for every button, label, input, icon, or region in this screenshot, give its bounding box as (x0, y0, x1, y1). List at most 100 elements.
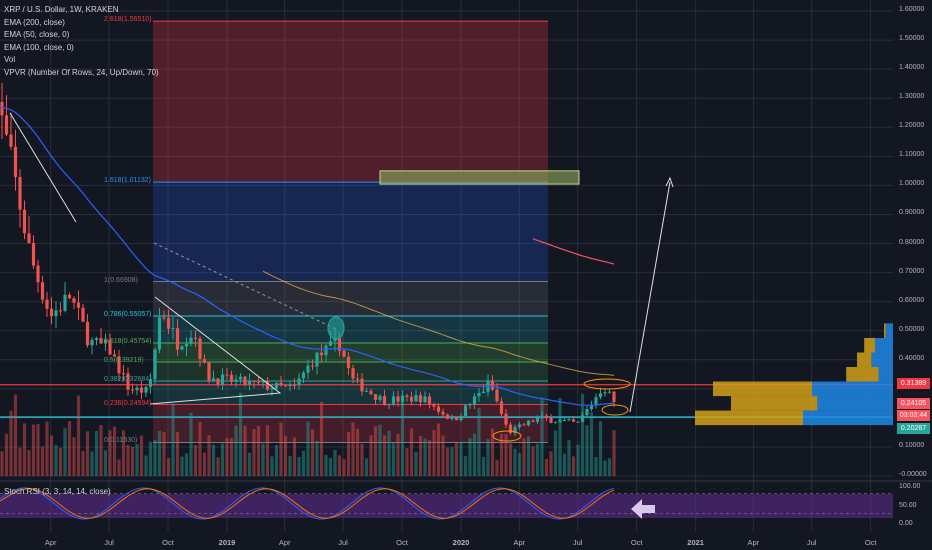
candle (45, 299, 49, 309)
volume-bar (526, 436, 531, 476)
candle (58, 310, 63, 312)
indicator-vpvr[interactable]: VPVR (Number Of Rows, 24, Up/Down, 70) (4, 67, 159, 80)
candle (369, 390, 373, 395)
candle (216, 378, 220, 385)
volume-bar (364, 458, 369, 476)
y-tick-label: 1.60000 (899, 6, 925, 13)
volume-bar (495, 459, 499, 476)
volume-profile-bar (878, 367, 893, 382)
ellipse-annotation (583, 378, 631, 390)
fib-label: 0.236(0.24594) (104, 399, 152, 407)
volume-bar (517, 453, 522, 476)
volume-bar (270, 456, 274, 476)
volume-bar (562, 453, 567, 476)
candle (378, 396, 382, 400)
candle (27, 233, 31, 243)
candle (288, 385, 292, 387)
volume-bar (580, 393, 585, 476)
symbol-title[interactable]: XRP / U.S. Dollar, 1W, KRAKEN (4, 4, 159, 17)
candle (184, 343, 189, 347)
y-tick-label: 0.70000 (899, 267, 925, 275)
stoch-rsi-title[interactable]: Stoch RSI (3, 3, 14, 14, close) (4, 487, 111, 496)
volume-bar (67, 421, 72, 476)
indicator-vol[interactable]: Vol (4, 54, 159, 67)
fib-zone (153, 362, 548, 382)
volume-profile-bar (731, 396, 818, 411)
candle (360, 378, 364, 392)
candle (495, 389, 499, 402)
volume-bar (13, 394, 18, 476)
volume-bar (603, 460, 607, 476)
volume-bar (553, 430, 558, 476)
volume-bar (423, 438, 427, 476)
candle (121, 373, 126, 375)
volume-bar (432, 430, 436, 476)
volume-bar (351, 422, 355, 476)
indicator-ema100[interactable]: EMA (100, close, 0) (4, 42, 159, 55)
candle (459, 415, 463, 421)
candle (549, 418, 553, 423)
candle (576, 421, 580, 423)
candle (445, 414, 450, 419)
candle (198, 338, 202, 360)
fib-zone (153, 315, 548, 344)
volume-bar (328, 457, 333, 476)
volume-bar (612, 430, 616, 476)
volume-bar (252, 428, 256, 476)
candle (166, 317, 171, 329)
candle (441, 411, 445, 415)
candle (202, 359, 207, 363)
x-tick-label: Apr (747, 538, 760, 547)
volume-profile-bar (857, 352, 872, 368)
volume-bar (157, 430, 162, 476)
volume-bar (576, 444, 580, 476)
candle (306, 365, 310, 373)
volume-bar (193, 445, 198, 476)
candle (63, 294, 67, 311)
fib-label: 2.618(1.56510) (104, 16, 152, 24)
candle (171, 328, 175, 330)
candle (499, 401, 504, 414)
candle (612, 391, 616, 402)
volume-bar (148, 441, 153, 476)
volume-bar (99, 424, 103, 476)
volume-bar (4, 433, 9, 476)
candle (130, 389, 135, 391)
candle (436, 406, 441, 412)
volume-bar (418, 435, 423, 476)
volume-bar (297, 456, 301, 476)
volume-bar (135, 444, 139, 476)
price-badge-current: 0.24105 (897, 398, 930, 409)
candle (567, 419, 571, 421)
candle (346, 356, 351, 369)
candle (13, 146, 18, 177)
candle (243, 376, 247, 385)
x-tick-label: Oct (864, 538, 877, 547)
x-tick-label: Jul (338, 538, 348, 547)
candle (405, 395, 409, 397)
fib-label: 0.382(0.32684) (104, 376, 152, 383)
volume-bar (459, 442, 463, 476)
volume-bar (292, 437, 297, 476)
candle (342, 350, 346, 357)
y-tick-label: 1.00000 (899, 180, 925, 188)
candle (607, 391, 612, 393)
candle (544, 415, 549, 419)
volume-bar (279, 422, 283, 476)
price-chart[interactable] (0, 0, 932, 550)
x-tick-label: Jul (104, 538, 114, 547)
volume-bar (63, 428, 67, 476)
indicator-ema50[interactable]: EMA (50, close, 0) (4, 29, 159, 42)
candle (99, 338, 103, 344)
candle (211, 378, 216, 382)
volume-bar (27, 450, 31, 476)
volume-bar (144, 455, 148, 476)
stoch-rsi-band (0, 494, 893, 518)
volume-bar (315, 440, 319, 476)
candle (31, 242, 36, 266)
y-tick-label: 1.30000 (899, 93, 925, 101)
volume-bar (486, 439, 490, 476)
volume-bar (247, 452, 252, 476)
volume-bar (94, 430, 99, 476)
volume-bar (274, 445, 279, 476)
